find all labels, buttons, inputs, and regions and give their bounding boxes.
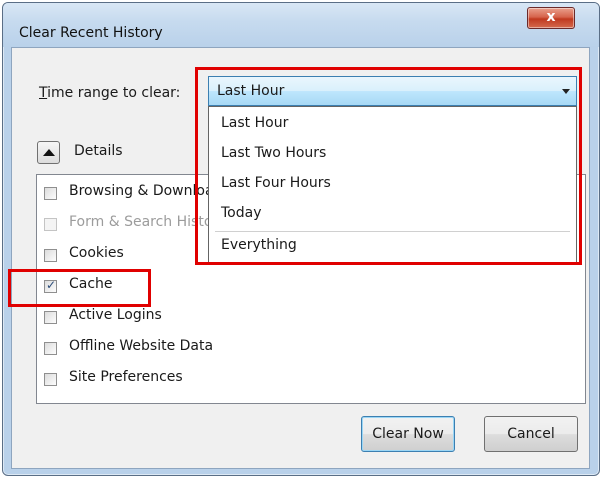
checkbox[interactable] (44, 342, 57, 355)
dropdown-option-last-two-hours[interactable]: Last Two Hours (221, 145, 326, 161)
dialog-window: Clear Recent History x Time range to cle… (2, 2, 600, 476)
time-range-selected-value: Last Hour (217, 83, 285, 99)
close-button[interactable]: x (527, 7, 575, 29)
time-range-dropdown-list: Last Hour Last Two Hours Last Four Hours… (208, 106, 577, 264)
checkbox[interactable] (44, 278, 57, 293)
checkbox[interactable] (44, 187, 57, 200)
clear-now-button[interactable]: Clear Now (361, 416, 455, 452)
close-icon: x (546, 9, 556, 25)
checkbox (44, 218, 57, 231)
checkbox[interactable] (44, 373, 57, 386)
time-range-select[interactable]: Last Hour (208, 76, 577, 106)
time-range-label: Time range to clear: (39, 85, 180, 101)
details-toggle-button[interactable] (37, 141, 60, 164)
dropdown-arrow-icon (562, 89, 570, 94)
dropdown-option-last-hour[interactable]: Last Hour (221, 115, 288, 131)
checkbox-label: Cache (69, 276, 113, 292)
window-title: Clear Recent History (19, 25, 163, 41)
checkbox-label: Site Preferences (69, 369, 183, 385)
cancel-button[interactable]: Cancel (484, 416, 578, 452)
time-range-label-text: ime range to clear: (47, 85, 181, 101)
dropdown-option-last-four-hours[interactable]: Last Four Hours (221, 175, 331, 191)
checkbox-label: Active Logins (69, 307, 162, 323)
dialog-client-area: Time range to clear: Details Browsing & … (11, 47, 590, 469)
checkbox-label: Form & Search History (69, 214, 227, 230)
time-range-label-accesskey: T (39, 85, 48, 101)
dropdown-separator (215, 231, 570, 232)
checkbox-label: Offline Website Data (69, 338, 214, 354)
dropdown-option-today[interactable]: Today (221, 205, 262, 221)
details-label: Details (74, 143, 123, 159)
checkbox[interactable] (44, 249, 57, 262)
checkbox[interactable] (44, 311, 57, 324)
dropdown-option-everything[interactable]: Everything (221, 237, 297, 253)
title-bar[interactable]: Clear Recent History x (3, 3, 599, 47)
chevron-up-icon (43, 149, 55, 156)
checkbox-label: Cookies (69, 245, 124, 261)
